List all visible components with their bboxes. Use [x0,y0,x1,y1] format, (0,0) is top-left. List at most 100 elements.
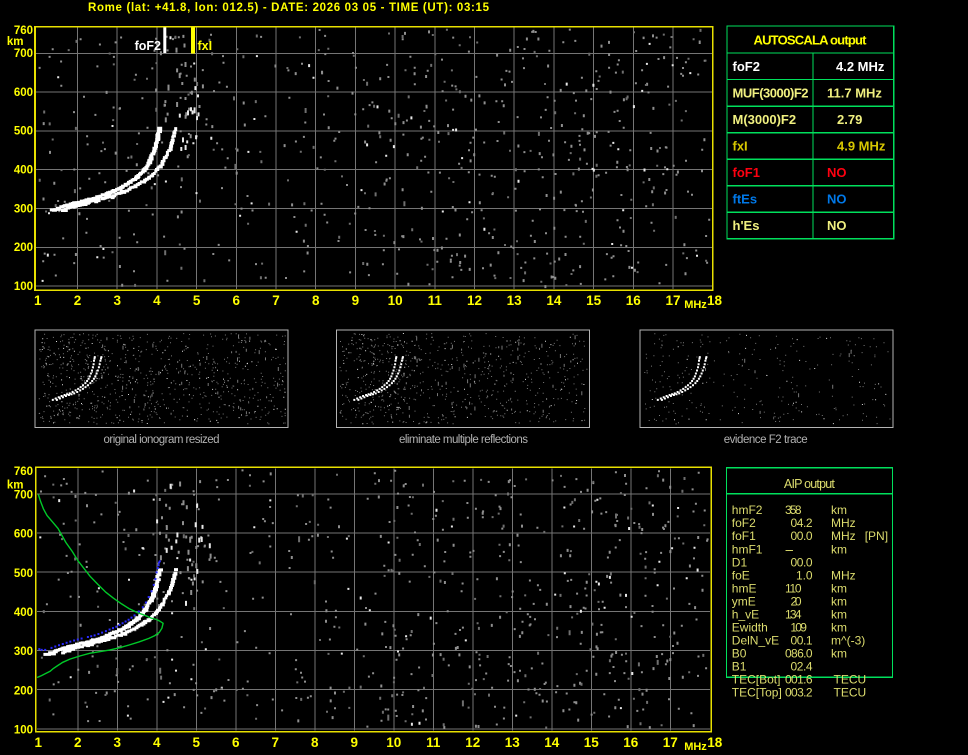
svg-text:3: 3 [114,735,122,750]
svg-text:300: 300 [14,203,33,215]
svg-text:400: 400 [14,607,33,619]
svg-text:ymE: ymE [732,594,756,608]
svg-text:17: 17 [663,735,678,750]
svg-text:10: 10 [388,293,403,308]
svg-text:00.1: 00.1 [791,633,813,647]
svg-text:DelN_vE: DelN_vE [732,633,779,647]
svg-text:8: 8 [311,735,319,750]
svg-text:hmF1: hmF1 [732,542,763,556]
svg-text:7: 7 [272,735,280,750]
svg-text:14: 14 [546,293,562,308]
svg-text:001.6: 001.6 [785,673,813,687]
svg-text:foF1: foF1 [733,165,760,180]
svg-text:12: 12 [467,293,482,308]
svg-text:300: 300 [14,646,33,658]
svg-text:200: 200 [14,242,33,254]
svg-text:700: 700 [14,490,33,502]
svg-text:TECU: TECU [834,673,867,687]
svg-text:hmE: hmE [732,581,757,595]
svg-text:14: 14 [544,735,560,750]
svg-text:1.0: 1.0 [796,568,813,582]
svg-text:Ewidth: Ewidth [732,620,768,634]
svg-text:003.2: 003.2 [785,686,813,700]
svg-text:km: km [7,36,24,48]
svg-text:m^(-3): m^(-3) [831,633,865,647]
svg-text:B1: B1 [732,659,747,673]
svg-text:[PN]: [PN] [865,529,888,543]
svg-text:km: km [831,594,847,608]
svg-text:20: 20 [791,594,802,608]
svg-text:13: 13 [507,293,523,308]
svg-text:500: 500 [14,126,33,138]
svg-text:6: 6 [233,293,241,308]
svg-text:15: 15 [586,293,602,308]
svg-text:400: 400 [14,165,33,177]
svg-text:1: 1 [35,735,43,750]
svg-text:AIP output: AIP output [784,477,836,491]
svg-text:TECU: TECU [834,686,867,700]
svg-text:evidence F2 trace: evidence F2 trace [724,434,808,446]
svg-text:MHz: MHz [831,529,856,543]
svg-text:km: km [7,479,24,491]
svg-text:4: 4 [153,293,161,308]
svg-text:km: km [831,542,847,556]
svg-text:2: 2 [74,735,82,750]
svg-text:eliminate multiple reflections: eliminate multiple reflections [399,434,528,446]
svg-text:100: 100 [14,281,33,293]
svg-text:km: km [831,581,847,595]
svg-text:17: 17 [665,293,680,308]
svg-text:3: 3 [113,293,121,308]
svg-text:13: 13 [505,735,521,750]
svg-text:700: 700 [14,48,33,60]
svg-text:2.79: 2.79 [837,112,862,127]
svg-text:km: km [831,646,847,660]
svg-text:358: 358 [785,503,802,517]
svg-text:NO: NO [827,218,847,233]
svg-text:4: 4 [153,735,161,750]
svg-text:00.0: 00.0 [791,555,813,569]
svg-text:200: 200 [14,685,33,697]
svg-text:TEC[Top]: TEC[Top] [732,686,782,700]
svg-text:11: 11 [428,293,443,308]
svg-text:h'Es: h'Es [733,218,760,233]
svg-text:TEC[Bot]: TEC[Bot] [732,673,781,687]
svg-text:11.7 MHz: 11.7 MHz [827,86,882,101]
svg-text:100: 100 [14,724,33,736]
svg-text:original ionogram resized: original ionogram resized [104,434,220,446]
svg-text:---: --- [785,542,794,556]
svg-text:M(3000)F2: M(3000)F2 [733,112,797,127]
svg-text:MHz: MHz [684,299,707,311]
svg-text:fxI: fxI [733,139,748,154]
svg-text:2: 2 [74,293,82,308]
svg-text:110: 110 [785,581,802,595]
svg-text:109: 109 [790,620,807,634]
svg-text:04.2: 04.2 [791,516,813,530]
svg-text:8: 8 [312,293,320,308]
svg-text:760: 760 [14,466,33,478]
svg-text:134: 134 [785,607,802,621]
svg-text:500: 500 [14,568,33,580]
svg-text:foF1: foF1 [732,529,756,543]
svg-text:foE: foE [732,568,750,582]
svg-text:600: 600 [14,87,33,99]
svg-text:9: 9 [351,735,359,750]
svg-text:18: 18 [707,735,723,750]
svg-text:4.2 MHz: 4.2 MHz [836,59,885,74]
svg-text:12: 12 [465,735,480,750]
svg-text:D1: D1 [732,555,748,569]
svg-text:7: 7 [272,293,280,308]
svg-text:086.0: 086.0 [785,646,813,660]
svg-text:foF2: foF2 [135,39,161,53]
svg-text:MUF(3000)F2: MUF(3000)F2 [733,86,809,101]
svg-text:6: 6 [232,735,240,750]
svg-text:NO: NO [827,165,847,180]
svg-text:h_vE: h_vE [732,607,759,621]
svg-text:AUTOSCALA output: AUTOSCALA output [754,33,868,48]
svg-text:MHz: MHz [831,568,856,582]
svg-text:15: 15 [584,735,600,750]
svg-text:NO: NO [827,192,847,207]
svg-text:B0: B0 [732,646,747,660]
svg-text:00.0: 00.0 [791,529,813,543]
svg-text:10: 10 [386,735,401,750]
svg-text:MHz: MHz [684,741,707,753]
